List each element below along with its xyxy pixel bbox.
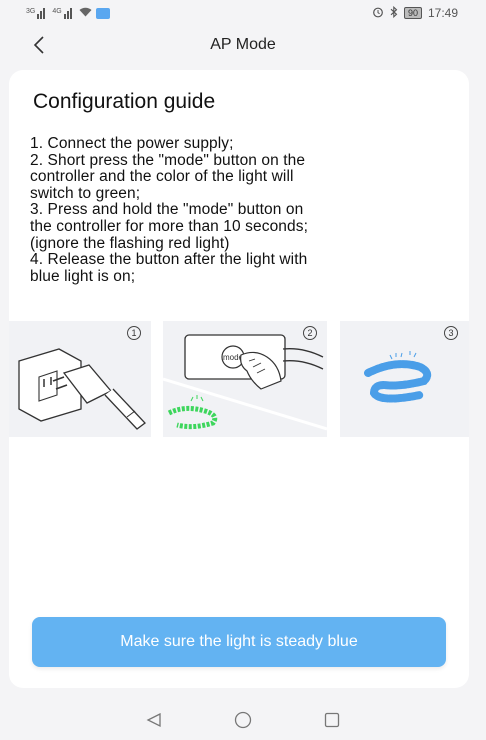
guide-title: Configuration guide [33,90,216,113]
signal-icon: 3G [26,7,48,19]
network-type-label: 3G [26,7,36,15]
step-number: 1 [127,326,141,340]
status-bar-left: 3G 4G [26,6,110,20]
guide-card: Configuration guide 1. Connect the power… [9,70,469,688]
home-circle-icon[interactable] [234,711,252,729]
wifi-icon [79,6,92,20]
alarm-icon [372,6,384,21]
page-title: AP Mode [210,36,276,53]
battery-icon: 90 [403,7,422,19]
network-type-label: 4G [52,7,62,15]
chevron-left-icon [33,36,44,54]
status-bar: 3G 4G 90 17:49 [0,0,486,26]
back-triangle-icon[interactable] [146,712,162,728]
guide-line: 2. Short press the "mode" button on the [30,151,306,169]
guide-line: 1. Connect the power supply; [30,135,234,152]
guide-line: 3. Press and hold the "mode" button on [30,201,304,219]
nav-header: AP Mode [0,26,486,64]
illustration-step-1: 1 [9,321,151,437]
illustration-row: 1 mode 2 3 [9,321,469,437]
status-bar-right: 90 17:49 [372,5,458,21]
bluetooth-icon [390,5,398,21]
guide-line: the controller for more than 10 seconds; [30,217,308,235]
guide-line: (ignore the flashing red light) [30,234,230,252]
system-nav-bar [0,700,486,740]
mode-button-icon: mode [163,334,327,431]
illustration-step-3: 3 [340,321,469,437]
guide-instructions: 1. Connect the power supply; 2. Short pr… [30,135,450,285]
step-number: 2 [303,326,317,340]
signal-icon: 4G [52,7,74,19]
back-button[interactable] [26,32,52,58]
recents-square-icon[interactable] [324,712,340,728]
guide-line: controller and the color of the light wi… [30,168,294,186]
app-notification-icon [95,7,110,19]
guide-line: 4. Release the button after the light wi… [30,251,308,269]
guide-line: switch to green; [30,184,141,202]
step-number: 3 [444,326,458,340]
illustration-step-2: mode 2 [163,321,327,437]
guide-line: blue light is on; [30,267,136,285]
status-time: 17:49 [427,6,458,20]
confirm-steady-blue-button[interactable]: Make sure the light is steady blue [32,617,446,667]
